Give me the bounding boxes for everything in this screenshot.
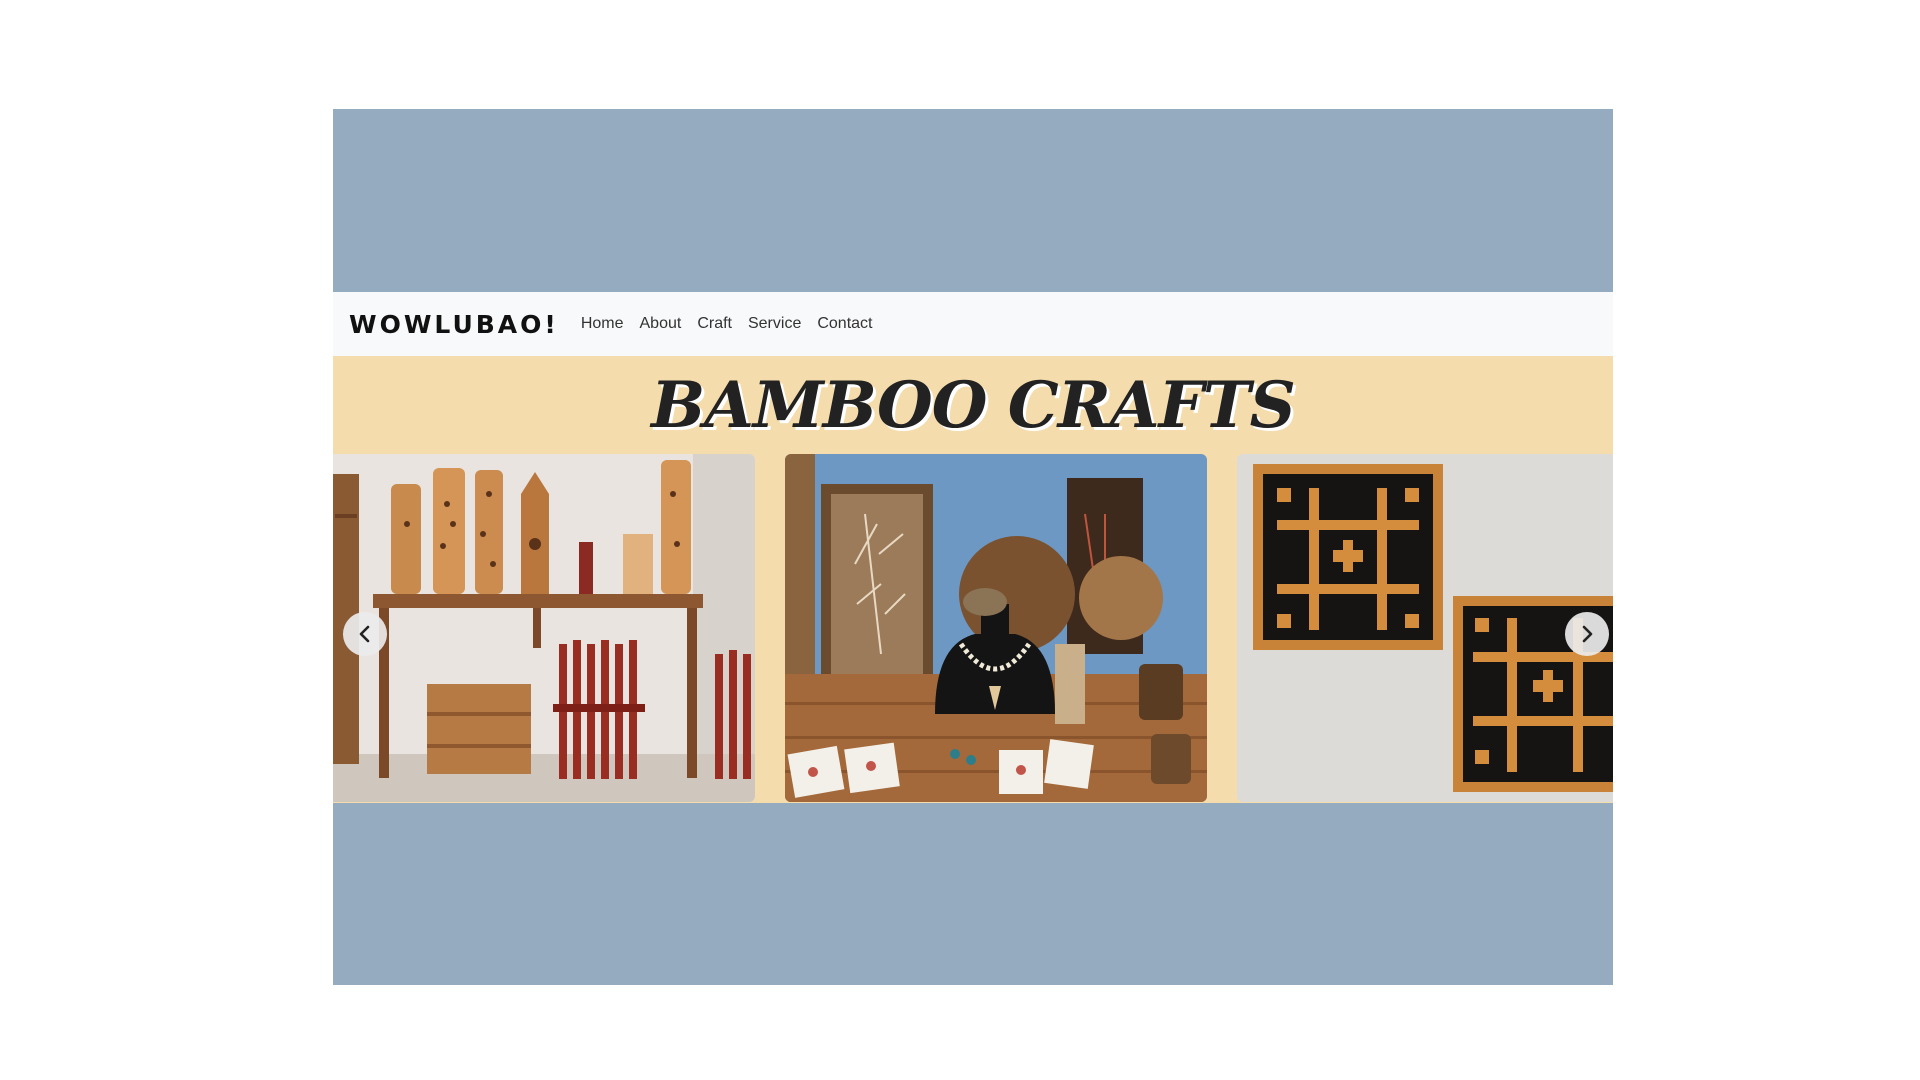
carousel-next-button[interactable]: [1565, 612, 1609, 656]
page-frame: WOWLUBAO! Home About Craft Service Conta…: [333, 109, 1613, 985]
carousel-slide-lamps: [333, 454, 755, 802]
nav-link-about[interactable]: About: [640, 315, 682, 333]
carousel-prev-button[interactable]: [343, 612, 387, 656]
chevron-left-icon: [359, 625, 370, 643]
nav-link-home[interactable]: Home: [581, 315, 624, 333]
hero-section: BAMBOO CRAFTS: [333, 356, 1613, 803]
lamps-image: [333, 454, 755, 802]
nav-link-service[interactable]: Service: [748, 315, 801, 333]
jewelry-image: [785, 454, 1207, 802]
nav-links: Home About Craft Service Contact: [581, 315, 889, 333]
nav-link-craft[interactable]: Craft: [697, 315, 732, 333]
panels-image: [1237, 454, 1613, 802]
hero-title: BAMBOO CRAFTS: [651, 368, 1296, 443]
brand-logo[interactable]: WOWLUBAO!: [349, 310, 559, 339]
navbar: WOWLUBAO! Home About Craft Service Conta…: [333, 292, 1613, 356]
nav-link-contact[interactable]: Contact: [817, 315, 872, 333]
chevron-right-icon: [1582, 625, 1593, 643]
carousel-slide-panels: [1237, 454, 1613, 802]
carousel-slide-jewelry: [785, 454, 1207, 802]
